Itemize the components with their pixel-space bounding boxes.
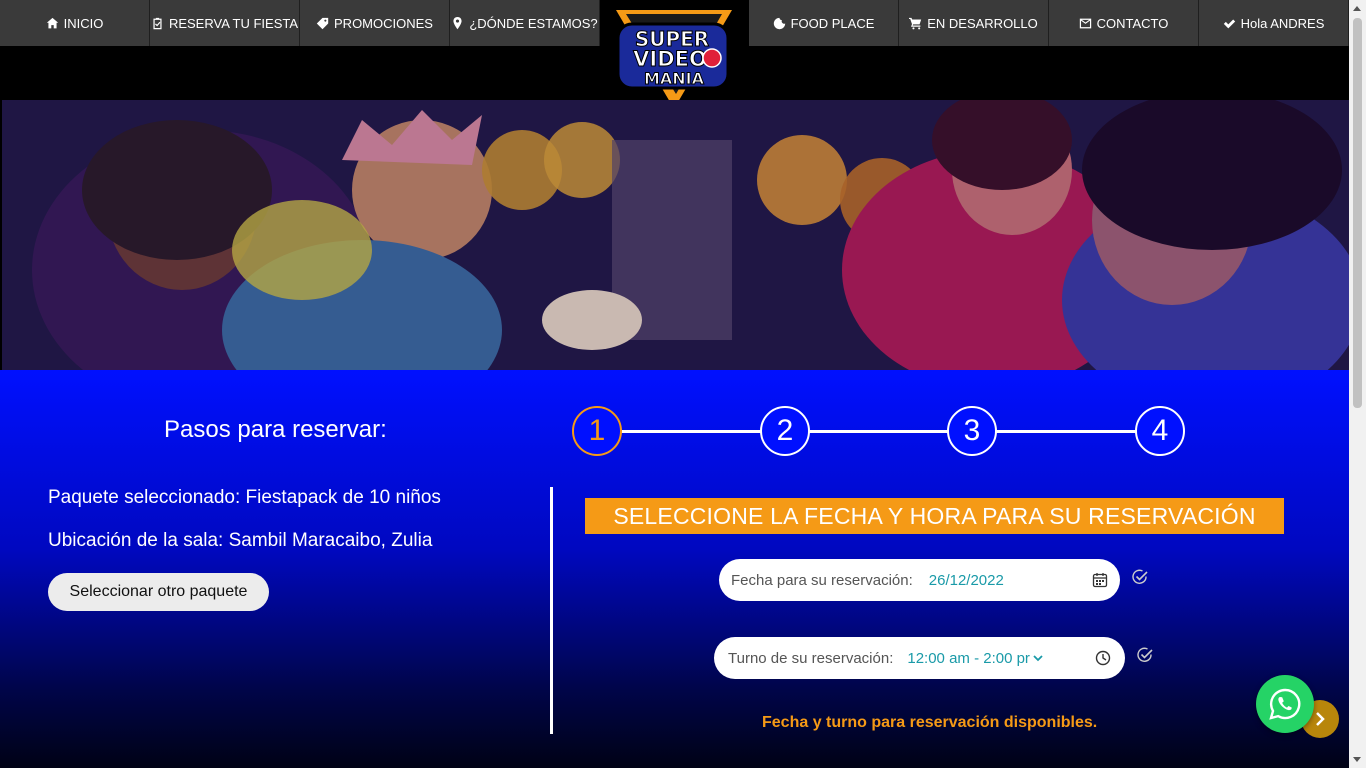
stepper-line — [597, 430, 1160, 433]
date-input[interactable]: 26/12/2022 — [929, 572, 1004, 589]
date-field[interactable]: Fecha para su reservación: 26/12/2022 — [719, 559, 1120, 601]
envelope-icon — [1079, 18, 1091, 28]
cookie-icon — [773, 17, 785, 29]
nav-label: EN DESARROLLO — [927, 15, 1038, 31]
birthday-party-photo — [2, 100, 1349, 370]
nav-label: FOOD PLACE — [790, 15, 875, 31]
page-scrollbar[interactable] — [1349, 0, 1366, 768]
shift-field[interactable]: Turno de su reservación: 12:00 am - 2:00… — [714, 637, 1125, 679]
nav-label: CONTACTO — [1096, 15, 1169, 31]
nav-item-contacto[interactable]: CONTACTO — [1049, 0, 1199, 46]
vertical-divider — [550, 487, 553, 734]
step-2[interactable]: 2 — [760, 406, 810, 456]
calendar-icon[interactable] — [1092, 572, 1108, 588]
nav-label: INICIO — [63, 15, 104, 31]
hero-image — [2, 100, 1349, 370]
selected-package: Paquete seleccionado: Fiestapack de 10 n… — [48, 487, 441, 508]
step-1[interactable]: 1 — [572, 406, 622, 456]
map-marker-icon — [453, 16, 462, 29]
chevron-right-icon — [1316, 712, 1325, 726]
whatsapp-button[interactable] — [1256, 675, 1314, 733]
select-other-package-button[interactable]: Seleccionar otro paquete — [48, 573, 269, 611]
nav-label: RESERVA TU FIESTA — [168, 15, 299, 31]
nav-label: PROMOCIONES — [334, 15, 433, 31]
reservation-headline: SELECCIONE LA FECHA Y HORA PARA SU RESER… — [585, 498, 1284, 534]
reservation-section: Pasos para reservar: 1 2 3 4 Paquete sel… — [0, 370, 1349, 768]
date-valid-check-icon — [1132, 569, 1148, 584]
top-nav: INICIO RESERVA TU FIESTA PROMOCIONES ¿DÓ… — [0, 0, 1349, 102]
supervideomania-logo[interactable]: SUPER VIDEO MANIA — [612, 6, 736, 106]
cart-icon — [909, 17, 922, 29]
checkmark-icon — [1223, 18, 1235, 28]
nav-item-promociones[interactable]: PROMOCIONES — [300, 0, 450, 46]
nav-item-donde-estamos[interactable]: ¿DÓNDE ESTAMOS? — [450, 0, 600, 46]
nav-label: Hola ANDRES — [1240, 15, 1325, 31]
nav-item-reserva[interactable]: RESERVA TU FIESTA — [150, 0, 300, 46]
shift-select[interactable]: 12:00 am - 2:00 pr — [907, 650, 1030, 667]
clipboard-check-icon — [153, 17, 162, 29]
chevron-down-icon[interactable] — [1033, 653, 1043, 663]
stepper: 1 2 3 4 — [572, 406, 1188, 456]
nav-item-inicio[interactable]: INICIO — [0, 0, 150, 46]
home-icon — [46, 17, 58, 28]
page: INICIO RESERVA TU FIESTA PROMOCIONES ¿DÓ… — [0, 0, 1366, 768]
availability-status: Fecha y turno para reservación disponibl… — [762, 714, 1098, 731]
scroll-down-arrow-icon[interactable] — [1353, 757, 1361, 762]
shift-label: Turno de su reservación: — [728, 649, 894, 667]
clock-icon[interactable] — [1095, 650, 1111, 666]
whatsapp-icon — [1269, 688, 1301, 720]
steps-title: Pasos para reservar: — [164, 416, 387, 443]
step-4[interactable]: 4 — [1135, 406, 1185, 456]
nav-label: ¿DÓNDE ESTAMOS? — [469, 15, 598, 31]
scrollbar-thumb[interactable] — [1353, 18, 1362, 408]
step-3[interactable]: 3 — [947, 406, 997, 456]
logo-text-2: VIDEO — [633, 47, 707, 71]
scroll-up-arrow-icon[interactable] — [1353, 6, 1361, 11]
date-label: Fecha para su reservación: — [731, 571, 913, 589]
shift-valid-check-icon — [1137, 647, 1153, 662]
nav-item-user[interactable]: Hola ANDRES — [1199, 0, 1349, 46]
logo-text-3: MANIA — [644, 69, 705, 88]
room-location: Ubicación de la sala: Sambil Maracaibo, … — [48, 530, 433, 551]
nav-item-en-desarrollo[interactable]: EN DESARROLLO — [899, 0, 1049, 46]
nav-item-food-place[interactable]: FOOD PLACE — [749, 0, 899, 46]
tag-icon — [316, 17, 329, 29]
